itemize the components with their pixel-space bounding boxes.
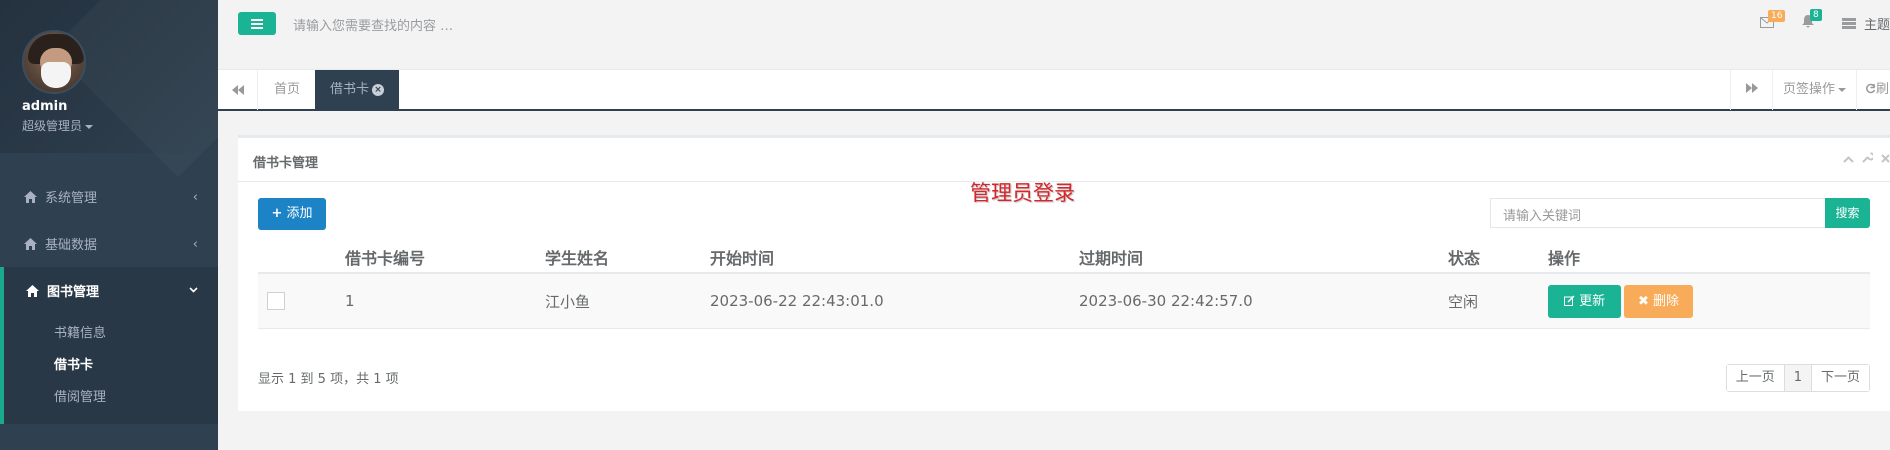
home-icon — [24, 237, 37, 250]
user-profile: admin 超级管理员 — [0, 0, 218, 153]
panel-tools — [1835, 152, 1890, 166]
theme-label: 主题 — [1863, 18, 1890, 33]
column-header: 操作 — [1548, 249, 1581, 268]
start-time-cell: 2023-06-22 22:43:01.0 — [710, 292, 884, 310]
admin-login-watermark: 管理员登录 — [970, 181, 1075, 205]
column-header[interactable]: 借书卡编号 — [345, 245, 545, 269]
delete-button-label: 删除 — [1653, 293, 1680, 309]
prev-page-button[interactable]: 上一页 — [1726, 365, 1784, 391]
panel-title: 借书卡管理 — [253, 156, 319, 171]
search-button[interactable]: 搜索 — [1825, 198, 1870, 228]
tab-operations-label: 页签操作 — [1782, 82, 1835, 97]
sidebar-item-book-info[interactable]: 书籍信息 — [4, 318, 218, 350]
student-name-cell: 江小鱼 — [545, 292, 591, 311]
top-header: 请输入您需要查找的内容 … 16 8 主题 — [218, 0, 1890, 70]
tab-refresh-label: 刷 — [1876, 82, 1890, 97]
sidebar-item-book-management[interactable]: 图书管理 — [0, 267, 218, 314]
next-page-button[interactable]: 下一页 — [1810, 365, 1869, 391]
update-button-label: 更新 — [1579, 293, 1606, 309]
caret-down-icon — [1838, 87, 1846, 92]
user-role-label: 超级管理员 — [22, 119, 83, 133]
sidebar-item-label: 系统管理 — [45, 191, 98, 206]
tab-refresh-button[interactable]: 刷 — [1856, 70, 1890, 110]
chevron-left-icon: ‹ — [192, 190, 198, 205]
user-name: admin — [22, 99, 68, 114]
plus-icon: + — [271, 206, 283, 221]
edit-icon — [1563, 294, 1575, 306]
pagination-info: 显示 1 到 5 项，共 1 项 — [258, 372, 399, 387]
notification-button[interactable]: 8 — [1801, 9, 1822, 32]
tab-label: 借书卡 — [330, 82, 370, 97]
wrench-icon[interactable] — [1862, 152, 1875, 166]
forward-icon — [1745, 83, 1758, 93]
pagination: 上一页 1 下一页 — [1725, 364, 1870, 392]
tasks-icon — [1841, 18, 1856, 29]
tab-scroll-left-button[interactable] — [218, 70, 258, 110]
notification-count-badge: 8 — [1809, 9, 1822, 21]
row-checkbox[interactable] — [267, 292, 285, 310]
column-header[interactable]: 开始时间 — [710, 245, 1079, 269]
table-header-row: 借书卡编号 学生姓名 开始时间 过期时间 状态 操作 — [258, 242, 1870, 274]
caret-down-icon — [85, 124, 94, 129]
delete-button[interactable]: ✖ 删除 — [1624, 284, 1693, 318]
mail-count-badge: 16 — [1767, 9, 1786, 22]
collapse-icon[interactable] — [1843, 152, 1854, 166]
update-button[interactable]: 更新 — [1548, 284, 1621, 318]
backward-icon — [231, 85, 244, 95]
sidebar: admin 超级管理员 系统管理 ‹ 基础数据 ‹ 图书管理 书籍信息 借书卡 … — [0, 0, 218, 450]
top-right-tools: 16 8 主题 — [1759, 9, 1890, 33]
tab-home[interactable]: 首页 — [258, 70, 315, 110]
sidebar-item-label: 图书管理 — [47, 285, 100, 300]
submenu-book-management: 书籍信息 借书卡 借阅管理 — [0, 314, 218, 424]
mail-button[interactable]: 16 — [1759, 9, 1786, 32]
close-icon[interactable] — [1881, 152, 1890, 166]
table-row: 1 江小鱼 2023-06-22 22:43:01.0 2023-06-30 2… — [258, 274, 1870, 329]
sidebar-item-library-card[interactable]: 借书卡 — [4, 350, 218, 382]
theme-button[interactable]: 主题 — [1841, 14, 1890, 33]
menu-toggle-button[interactable] — [238, 12, 276, 35]
home-icon — [26, 284, 39, 297]
chevron-left-icon: ‹ — [192, 237, 198, 252]
status-cell: 空闲 — [1448, 292, 1479, 311]
tab-scroll-right-button[interactable] — [1730, 70, 1772, 110]
home-icon — [24, 190, 37, 203]
sidebar-item-basic-data[interactable]: 基础数据 ‹ — [0, 220, 218, 267]
expire-time-cell: 2023-06-30 22:42:57.0 — [1079, 292, 1253, 310]
panel-header: 借书卡管理 — [238, 138, 1890, 182]
chevron-down-icon — [189, 285, 198, 296]
column-header[interactable]: 学生姓名 — [545, 245, 710, 269]
top-search-input[interactable]: 请输入您需要查找的内容 … — [293, 15, 453, 34]
add-button[interactable]: + 添加 — [258, 198, 326, 230]
times-icon: ✖ — [1637, 293, 1649, 309]
actions-cell: 更新 ✖ 删除 — [1548, 284, 1870, 318]
sidebar-item-label: 基础数据 — [45, 238, 98, 253]
close-icon[interactable]: × — [372, 83, 385, 96]
tab-operations-dropdown[interactable]: 页签操作 — [1772, 70, 1856, 110]
row-checkbox-cell — [258, 292, 345, 310]
tabs-bar: 首页 借书卡 × 页签操作 刷 — [218, 70, 1890, 111]
library-card-panel: 借书卡管理 管理员登录 + 添加 请输入关键词 搜索 借书卡编号 学生姓名 开始… — [238, 135, 1890, 411]
avatar[interactable] — [22, 30, 86, 94]
tab-library-card[interactable]: 借书卡 × — [315, 70, 399, 110]
card-id-cell: 1 — [345, 292, 355, 310]
add-button-label: 添加 — [286, 206, 313, 221]
refresh-icon — [1866, 83, 1876, 94]
sidebar-item-borrow-management[interactable]: 借阅管理 — [4, 382, 218, 414]
bars-icon — [251, 18, 263, 29]
keyword-search-input[interactable]: 请输入关键词 — [1490, 198, 1825, 228]
column-header[interactable]: 过期时间 — [1079, 245, 1448, 269]
user-role-dropdown[interactable]: 超级管理员 — [22, 117, 218, 134]
column-header[interactable]: 状态 — [1448, 245, 1548, 269]
library-card-table: 借书卡编号 学生姓名 开始时间 过期时间 状态 操作 1 江小鱼 2023-06… — [258, 242, 1870, 329]
page-number-button[interactable]: 1 — [1783, 365, 1811, 391]
sidebar-item-system[interactable]: 系统管理 ‹ — [0, 173, 218, 220]
